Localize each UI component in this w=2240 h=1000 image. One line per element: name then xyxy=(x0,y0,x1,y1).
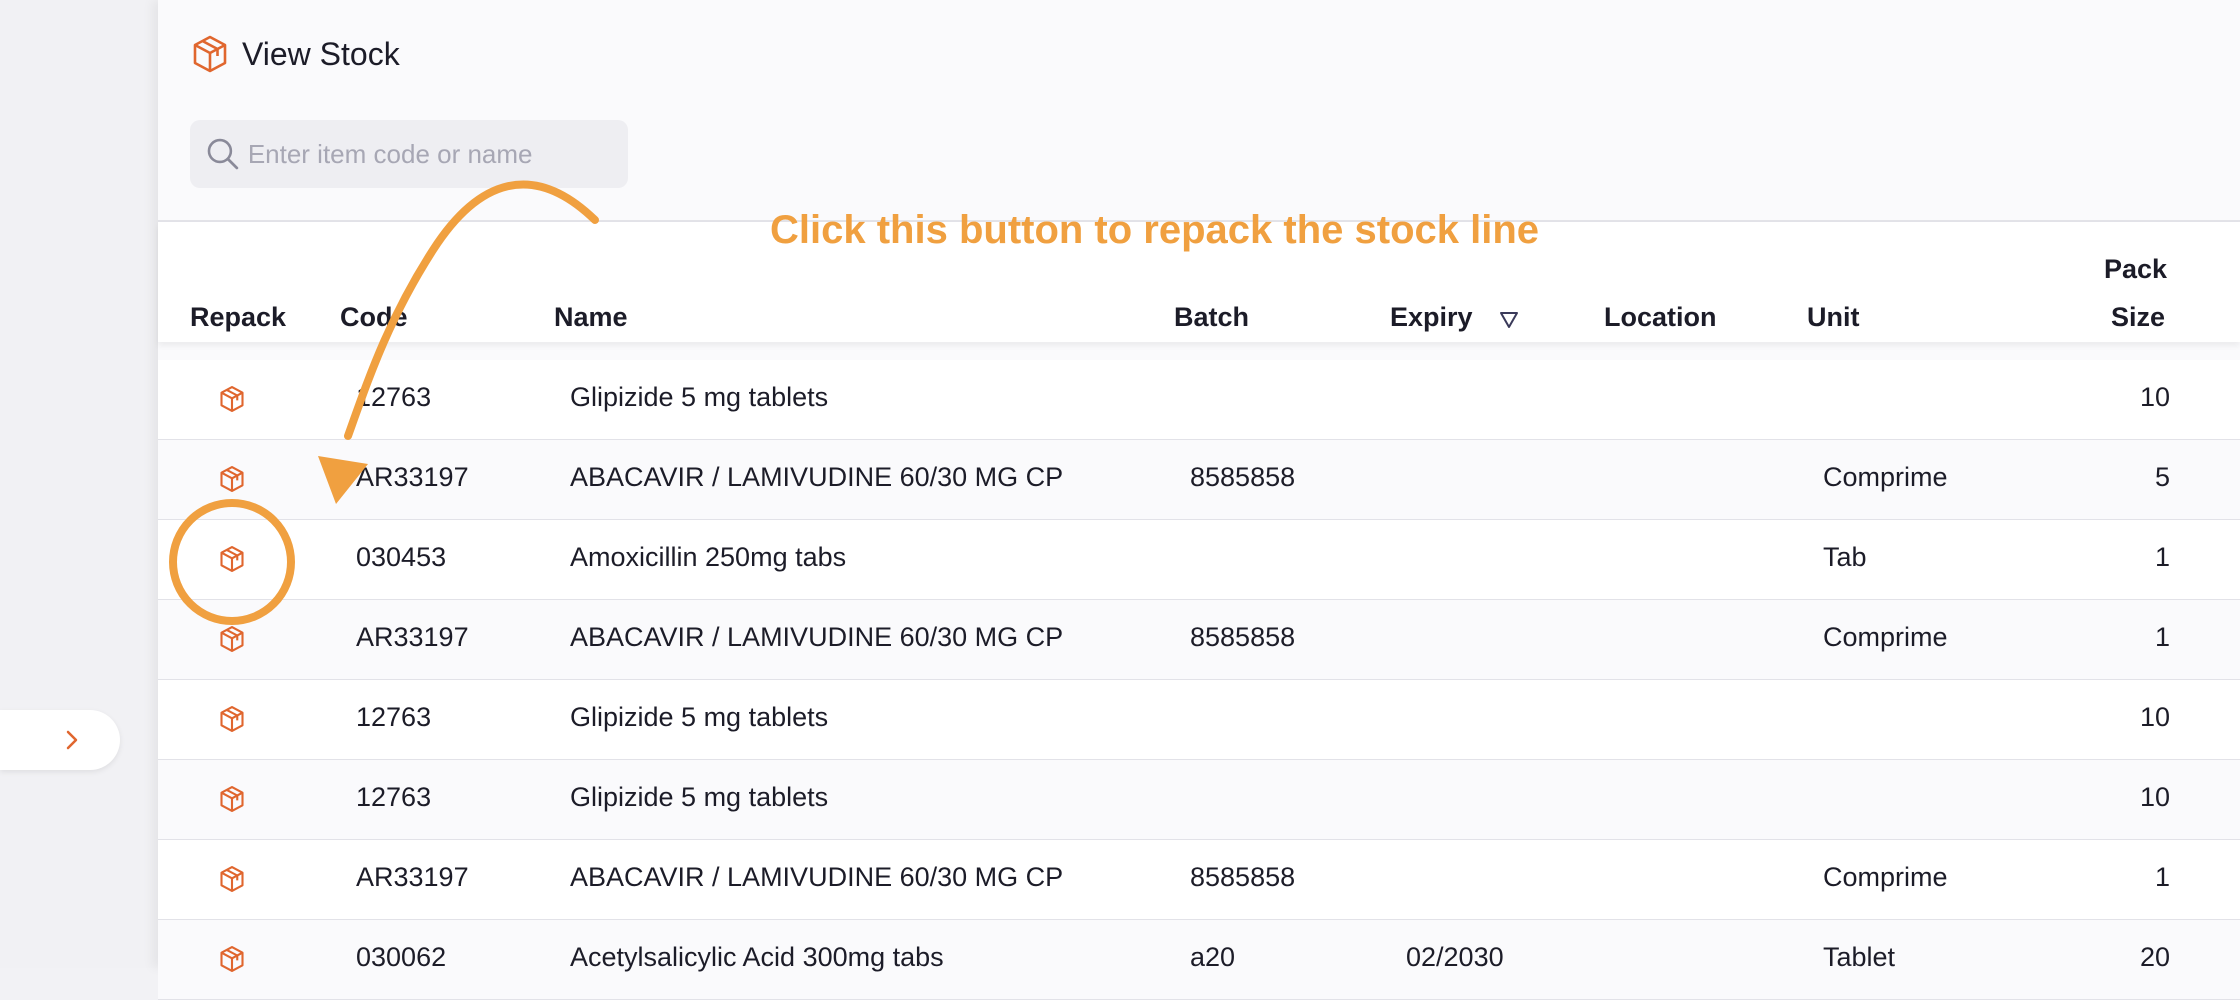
cell-name: Glipizide 5 mg tablets xyxy=(570,702,829,732)
cell-code: 030453 xyxy=(356,542,447,572)
column-header-code[interactable]: Code xyxy=(340,302,408,333)
sort-descending-icon[interactable] xyxy=(1498,310,1520,330)
package-icon xyxy=(220,466,244,492)
repack-button[interactable] xyxy=(218,385,246,413)
cell-name: Glipizide 5 mg tablets xyxy=(570,782,829,812)
table-row[interactable]: 12763 Glipizide 5 mg tablets 10 xyxy=(158,760,2240,840)
package-icon xyxy=(220,626,244,652)
cell-unit: Comprime xyxy=(1823,622,1948,652)
search-input[interactable] xyxy=(245,137,628,171)
cell-pack-size: 20 xyxy=(2139,942,2170,972)
sidebar xyxy=(0,0,158,968)
table-row[interactable]: 12763 Glipizide 5 mg tablets 10 xyxy=(158,360,2240,440)
table-row[interactable]: AR33197 ABACAVIR / LAMIVUDINE 60/30 MG CP… xyxy=(158,440,2240,520)
package-icon xyxy=(193,35,227,73)
annotation-text: Click this button to repack the stock li… xyxy=(770,208,1540,252)
cell-pack-size: 10 xyxy=(2139,782,2170,812)
page-header: View Stock xyxy=(190,34,400,74)
table-row[interactable]: AR33197 ABACAVIR / LAMIVUDINE 60/30 MG CP… xyxy=(158,840,2240,920)
package-icon xyxy=(220,946,244,972)
package-icon xyxy=(220,546,244,572)
column-header-unit[interactable]: Unit xyxy=(1807,302,1859,333)
column-header-repack[interactable]: Repack xyxy=(190,302,286,333)
cell-code: AR33197 xyxy=(356,622,469,652)
cell-code: 12763 xyxy=(356,782,432,812)
table-row[interactable]: AR33197 ABACAVIR / LAMIVUDINE 60/30 MG CP… xyxy=(158,600,2240,680)
sidebar-expand-button[interactable] xyxy=(0,710,120,770)
cell-code: 12763 xyxy=(356,702,432,732)
package-icon xyxy=(220,786,244,812)
cell-name: Acetylsalicylic Acid 300mg tabs xyxy=(570,942,944,972)
cell-code: 12763 xyxy=(356,382,432,412)
column-header-pack-size-line1[interactable]: Pack xyxy=(2104,254,2167,285)
cell-pack-size: 10 xyxy=(2139,702,2170,732)
cell-unit: Comprime xyxy=(1823,462,1948,492)
repack-button[interactable] xyxy=(218,705,246,733)
repack-button[interactable] xyxy=(218,625,246,653)
repack-button[interactable] xyxy=(218,945,246,973)
chevron-right-icon xyxy=(66,730,78,750)
cell-expiry: 02/2030 xyxy=(1406,942,1504,972)
cell-unit: Comprime xyxy=(1823,862,1948,892)
cell-code: AR33197 xyxy=(356,462,469,492)
table-row[interactable]: 030453 Amoxicillin 250mg tabs Tab 1 xyxy=(158,520,2240,600)
search-box[interactable] xyxy=(190,120,628,188)
cell-name: Glipizide 5 mg tablets xyxy=(570,382,829,412)
cell-code: 030062 xyxy=(356,942,447,972)
cell-unit: Tab xyxy=(1823,542,1867,572)
cell-pack-size: 1 xyxy=(2154,622,2170,652)
table-row[interactable]: 030062 Acetylsalicylic Acid 300mg tabs a20… xyxy=(158,920,2240,1000)
column-header-expiry[interactable]: Expiry xyxy=(1390,302,1473,333)
cell-name: ABACAVIR / LAMIVUDINE 60/30 MG CP xyxy=(570,622,1064,652)
cell-code: AR33197 xyxy=(356,862,469,892)
repack-button[interactable] xyxy=(218,785,246,813)
cell-batch: 8585858 xyxy=(1190,622,1296,652)
package-icon xyxy=(220,866,244,892)
column-header-name[interactable]: Name xyxy=(554,302,628,333)
package-icon xyxy=(220,386,244,412)
cell-pack-size: 10 xyxy=(2139,382,2170,412)
repack-button[interactable] xyxy=(218,545,246,573)
cell-name: ABACAVIR / LAMIVUDINE 60/30 MG CP xyxy=(570,862,1064,892)
table-row[interactable]: 12763 Glipizide 5 mg tablets 10 xyxy=(158,680,2240,760)
repack-button[interactable] xyxy=(218,465,246,493)
main-content: View Stock Repack Code Name Batch Expiry… xyxy=(158,0,2240,1000)
cell-pack-size: 5 xyxy=(2154,462,2170,492)
cell-batch: 8585858 xyxy=(1190,462,1296,492)
repack-button[interactable] xyxy=(218,865,246,893)
cell-pack-size: 1 xyxy=(2154,862,2170,892)
page-title: View Stock xyxy=(242,35,400,72)
cell-batch: 8585858 xyxy=(1190,862,1296,892)
search-icon xyxy=(207,138,239,170)
cell-name: ABACAVIR / LAMIVUDINE 60/30 MG CP xyxy=(570,462,1064,492)
column-header-location[interactable]: Location xyxy=(1604,302,1717,333)
package-icon xyxy=(220,706,244,732)
cell-unit: Tablet xyxy=(1823,942,1896,972)
cell-batch: a20 xyxy=(1190,942,1236,972)
column-header-batch[interactable]: Batch xyxy=(1174,302,1249,333)
cell-name: Amoxicillin 250mg tabs xyxy=(570,542,847,572)
cell-pack-size: 1 xyxy=(2154,542,2170,572)
column-header-pack-size-line2[interactable]: Size xyxy=(2111,302,2165,333)
